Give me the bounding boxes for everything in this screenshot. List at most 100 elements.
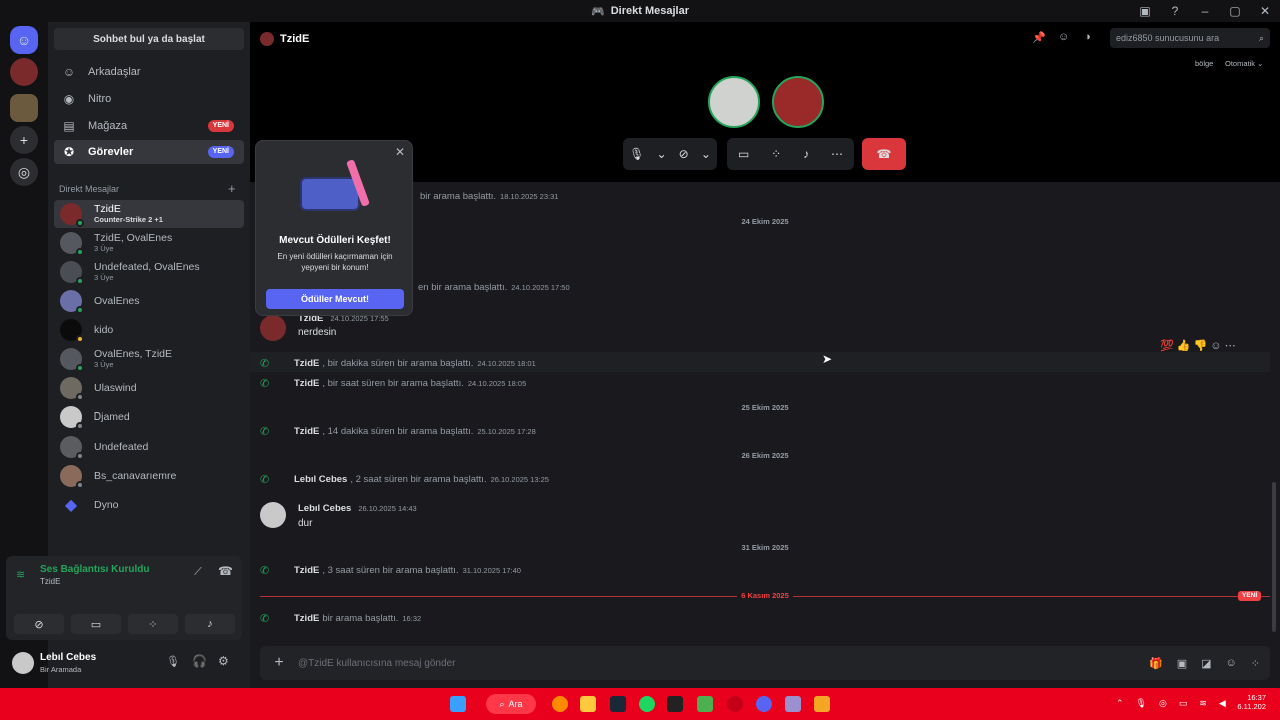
voice-status[interactable]: Ses Bağlantısı Kuruldu xyxy=(40,564,149,575)
dm-item[interactable]: OvalEnes, TzidE 3 Üye xyxy=(54,345,244,373)
screen-share-button[interactable]: ▭ xyxy=(71,614,121,634)
soundboard-button[interactable]: ♪ xyxy=(185,614,235,634)
dm-item[interactable]: TzidE, OvalEnes 3 Üye xyxy=(54,229,244,257)
monitor-icon[interactable]: ▭ xyxy=(1179,698,1188,709)
activities-button[interactable]: ⁘ xyxy=(128,614,178,634)
maximize-button[interactable]: ▢ xyxy=(1220,4,1250,18)
chevron-down-icon[interactable]: ⌄ xyxy=(701,147,711,161)
more-icon[interactable]: ⋯ xyxy=(1225,340,1236,352)
file-explorer-icon[interactable] xyxy=(580,696,596,712)
headphones-icon[interactable]: 🎧 xyxy=(192,654,207,668)
pin-icon[interactable]: 📌 xyxy=(1032,31,1046,44)
title-bar: 🎮 Direkt Mesajlar ▣ ? – ▢ ✕ xyxy=(0,0,1280,22)
user-name[interactable]: Lebıl Cebes xyxy=(40,652,96,663)
dm-item[interactable]: Undefeated xyxy=(54,433,244,461)
avatar xyxy=(60,377,84,401)
discord-icon[interactable] xyxy=(756,696,772,712)
avatar[interactable] xyxy=(260,502,286,528)
avatar xyxy=(60,319,84,343)
user-status: Bir Aramada xyxy=(40,665,82,674)
opera-icon[interactable] xyxy=(727,696,743,712)
more-icon[interactable]: ⋯ xyxy=(831,147,843,161)
add-friends-icon[interactable]: ☺ xyxy=(1058,31,1069,43)
participant-avatar-2[interactable] xyxy=(772,76,824,128)
user-avatar[interactable] xyxy=(12,652,34,674)
chevron-down-icon[interactable]: ⌄ xyxy=(656,147,666,161)
taskbar-search[interactable]: ⌕ Ara xyxy=(486,694,536,714)
discover-button[interactable]: ◎ xyxy=(10,158,38,186)
browser-icon[interactable] xyxy=(552,696,568,712)
camera-off-icon[interactable]: ⊘ xyxy=(679,147,689,161)
apps-icon[interactable]: ⁘ xyxy=(1251,657,1260,670)
headset-icon[interactable]: ◎ xyxy=(1159,698,1167,709)
spotify-icon[interactable] xyxy=(639,696,655,712)
microphone-icon[interactable]: 🎙 xyxy=(629,147,644,161)
wifi-icon[interactable]: ≋ xyxy=(1199,698,1207,709)
new-badge: YENİ xyxy=(1238,591,1262,601)
help-icon[interactable]: ? xyxy=(1160,4,1190,18)
disconnect-icon[interactable]: ☎ xyxy=(218,564,233,578)
call-log-row: ✆ TzidE, 3 saat süren bir arama başlattı.… xyxy=(260,565,521,577)
avatar xyxy=(60,232,84,256)
participant-avatar-1[interactable] xyxy=(708,76,760,128)
message-input[interactable]: @TzidE kullanıcısına mesaj gönder xyxy=(298,658,455,669)
emoji-icon[interactable]: ☺ xyxy=(1226,657,1237,670)
thumbs-down-icon[interactable]: 👎 xyxy=(1194,340,1208,352)
nav-friends[interactable]: ☺ Arkadaşlar xyxy=(54,60,244,84)
rewards-button[interactable]: Ödüller Mevcut! xyxy=(266,289,404,309)
nav-nitro[interactable]: ◉ Nitro xyxy=(54,87,244,111)
microphone-icon[interactable]: 🎙 xyxy=(1136,698,1147,709)
discord-logo-icon: 🎮 xyxy=(591,5,605,18)
camera-off-button[interactable]: ⊘ xyxy=(14,614,64,634)
dm-item[interactable]: TzidE Counter-Strike 2 +1 xyxy=(54,200,244,228)
home-button[interactable]: ☺ xyxy=(10,26,38,54)
microphone-icon[interactable]: 🎙 xyxy=(166,655,180,668)
clock[interactable]: 16:37 6.11.202 xyxy=(1230,693,1266,711)
settings-gear-icon[interactable]: ⚙ xyxy=(218,654,229,668)
dm-item[interactable]: OvalEnes xyxy=(54,287,244,315)
dm-item[interactable]: Ulaswind xyxy=(54,374,244,402)
dm-item[interactable]: Bs_canavarıemre xyxy=(54,462,244,490)
attach-plus-icon[interactable]: + xyxy=(260,654,298,672)
inbox-icon[interactable]: ▣ xyxy=(1130,4,1160,18)
close-button[interactable]: ✕ xyxy=(1250,4,1280,18)
sticker-icon[interactable]: ◪ xyxy=(1201,657,1211,670)
activities-icon[interactable]: ⁘ xyxy=(771,147,781,161)
game-icon[interactable] xyxy=(785,696,801,712)
hundred-emoji-icon[interactable]: 💯 xyxy=(1160,340,1174,352)
search-input[interactable]: ediz6850 sunucusunu ara ⌕ xyxy=(1110,28,1270,48)
dm-item[interactable]: ◆ Dyno xyxy=(54,491,244,519)
app-icon[interactable] xyxy=(667,696,683,712)
server-avatar-2[interactable] xyxy=(10,94,38,122)
gift-icon[interactable]: 🎁 xyxy=(1149,657,1163,670)
close-icon[interactable]: ✕ xyxy=(395,145,405,159)
screen-share-icon[interactable]: ▭ xyxy=(738,147,749,161)
minecraft-icon[interactable] xyxy=(697,696,713,712)
nav-quests[interactable]: ✪ Görevler YENİ xyxy=(54,140,244,164)
add-reaction-icon[interactable]: ☺ xyxy=(1210,340,1221,352)
soundboard-icon[interactable]: ♪ xyxy=(803,147,809,161)
find-conversation-button[interactable]: Sohbet bul ya da başlat xyxy=(54,28,244,50)
dm-item[interactable]: Ꭰjamed xyxy=(54,403,244,431)
dm-item[interactable]: kido xyxy=(54,316,244,344)
scrollbar[interactable] xyxy=(1272,482,1276,632)
voice-channel[interactable]: TzidE xyxy=(40,577,60,586)
minimize-button[interactable]: – xyxy=(1190,4,1220,18)
dm-item[interactable]: Undefeated, OvalEnes 3 Üye xyxy=(54,258,244,286)
avatar[interactable] xyxy=(260,315,286,341)
server-avatar-1[interactable] xyxy=(10,58,38,86)
profile-icon[interactable]: ◑ xyxy=(1084,31,1091,43)
region-select[interactable]: Otomatik ⌄ xyxy=(1225,59,1263,68)
nav-shop[interactable]: ▤ Mağaza YENİ xyxy=(54,114,244,138)
add-server-button[interactable]: + xyxy=(10,126,38,154)
steam-icon[interactable] xyxy=(610,696,626,712)
app-icon-2[interactable] xyxy=(814,696,830,712)
noise-suppression-icon[interactable]: ⟋ xyxy=(194,566,202,579)
end-call-button[interactable]: ☎ xyxy=(862,138,906,170)
speaker-icon[interactable]: ◀ xyxy=(1219,698,1226,709)
gif-icon[interactable]: ▣ xyxy=(1177,657,1187,670)
chevron-up-icon[interactable]: ⌃ xyxy=(1116,698,1124,709)
create-dm-button[interactable]: + xyxy=(228,181,236,196)
thumbs-up-icon[interactable]: 👍 xyxy=(1177,340,1191,352)
windows-start-icon[interactable] xyxy=(450,696,466,712)
